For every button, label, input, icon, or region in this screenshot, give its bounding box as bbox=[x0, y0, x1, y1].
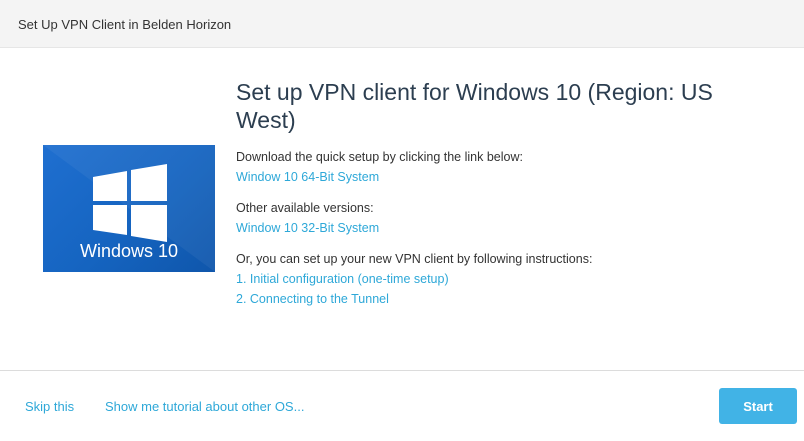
other-versions-label: Other available versions: bbox=[236, 201, 374, 215]
other-os-tutorial-link[interactable]: Show me tutorial about other OS... bbox=[105, 399, 304, 414]
download-32bit-link[interactable]: Window 10 32-Bit System bbox=[236, 218, 776, 238]
download-64bit-link[interactable]: Window 10 64-Bit System bbox=[236, 167, 776, 187]
footer-divider bbox=[0, 370, 804, 371]
connecting-tunnel-link[interactable]: 2. Connecting to the Tunnel bbox=[236, 289, 776, 309]
setup-content: Set up VPN client for Windows 10 (Region… bbox=[236, 78, 776, 309]
instructions-label: Or, you can set up your new VPN client b… bbox=[236, 252, 593, 266]
dialog-title: Set Up VPN Client in Belden Horizon bbox=[18, 17, 232, 32]
windows-10-logo: Windows 10 bbox=[43, 145, 215, 272]
windows-logo-text: Windows 10 bbox=[79, 241, 179, 261]
content-title: Set up VPN client for Windows 10 (Region… bbox=[236, 79, 713, 133]
vpn-setup-dialog: Set Up VPN Client in Belden Horizon Wind… bbox=[0, 0, 804, 441]
skip-this-link[interactable]: Skip this bbox=[25, 399, 74, 414]
initial-configuration-link[interactable]: 1. Initial configuration (one-time setup… bbox=[236, 269, 776, 289]
download-description: Download the quick setup by clicking the… bbox=[236, 150, 523, 164]
dialog-header: Set Up VPN Client in Belden Horizon bbox=[0, 0, 804, 48]
start-button[interactable]: Start bbox=[719, 388, 797, 424]
